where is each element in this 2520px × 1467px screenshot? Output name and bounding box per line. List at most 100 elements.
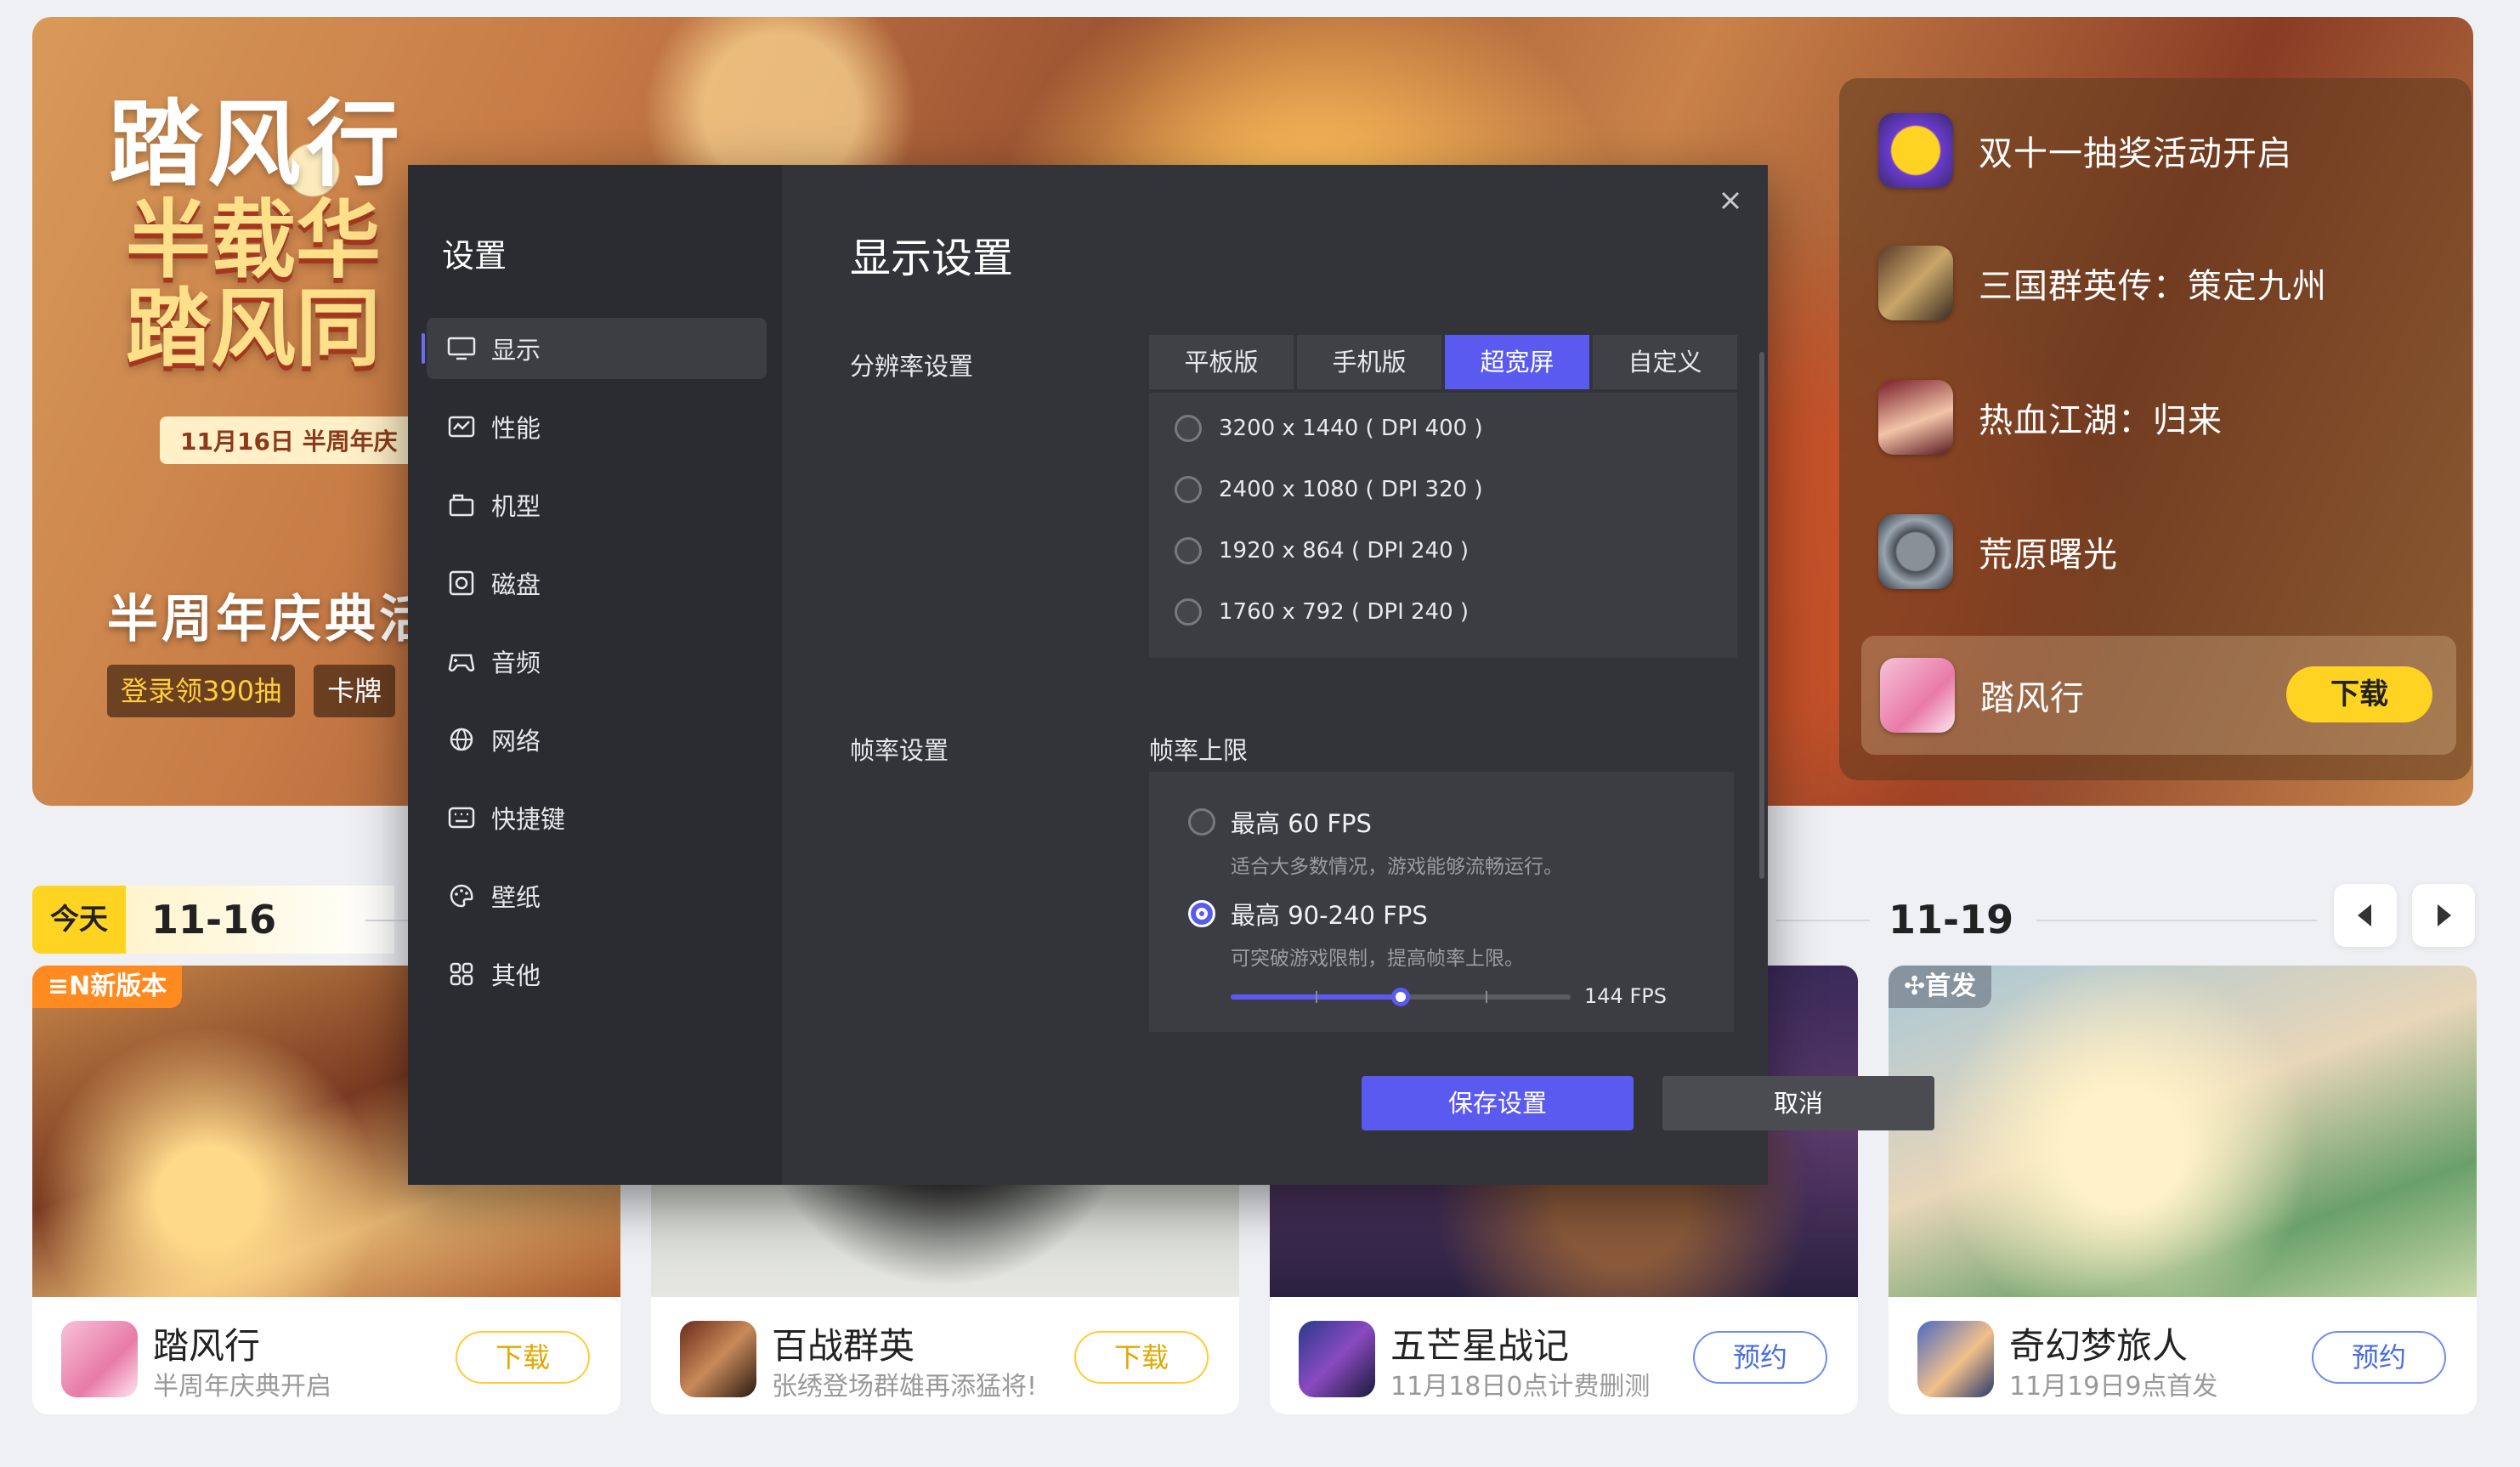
settings-content: 显示设置 分辨率设置 平板版 手机版 超宽屏 自定义 3200 x 1440 (… (782, 165, 1934, 1185)
game-icon (1917, 1321, 1994, 1397)
resolution-option[interactable]: 3200 x 1440 ( DPI 400 ) (1175, 411, 1483, 445)
menu-item-other[interactable]: 其他 (427, 943, 767, 1005)
slider-tick (1486, 991, 1487, 1003)
menu-item-label: 性能 (491, 414, 541, 443)
monitor-icon (447, 337, 476, 360)
framerate-options: 最高 60 FPS 适合大多数情况，游戏能够流畅运行。 最高 90-240 FP… (1149, 772, 1734, 1032)
timeline-line (1776, 920, 1870, 921)
menu-item-network[interactable]: 网络 (427, 709, 767, 770)
prev-button[interactable] (2334, 884, 2397, 947)
banner-logo-text: 踏风行 (109, 89, 405, 199)
game-icon (1299, 1321, 1375, 1397)
close-icon (1721, 191, 1740, 210)
menu-item-label: 音频 (491, 649, 541, 677)
menu-item-label: 显示 (491, 336, 541, 365)
resolution-option-label: 1760 x 792 ( DPI 240 ) (1219, 599, 1470, 625)
banner-tag: 卡牌 (314, 665, 396, 717)
download-button[interactable]: 下载 (1074, 1331, 1209, 1384)
today-badge: 今天 (32, 886, 126, 954)
gamepad-icon (448, 654, 475, 672)
game-card-subtitle: 半周年庆典开启 (153, 1372, 331, 1402)
resolution-label: 分辨率设置 (850, 352, 974, 381)
disk-icon (449, 570, 474, 596)
tab-ultrawide[interactable]: 超宽屏 (1445, 335, 1589, 389)
tab-tablet[interactable]: 平板版 (1149, 335, 1294, 389)
featured-item-label: 踏风行 (1980, 679, 2085, 718)
menu-item-wallpaper[interactable]: 壁纸 (427, 865, 767, 926)
featured-item[interactable]: 双十一抽奖活动开启 (1878, 95, 2456, 206)
menu-item-disk[interactable]: 磁盘 (427, 552, 767, 614)
banner-slogan: 半载华 踏风同 (126, 190, 381, 378)
menu-item-shortcuts[interactable]: 快捷键 (427, 787, 767, 848)
cancel-button[interactable]: 取消 (1662, 1076, 1934, 1130)
resolution-option-label: 3200 x 1440 ( DPI 400 ) (1219, 416, 1483, 441)
featured-item[interactable]: 荒原曙光 (1878, 496, 2456, 607)
radio-button[interactable] (1175, 598, 1202, 626)
close-button[interactable] (1712, 182, 1749, 219)
device-model-icon (449, 494, 474, 517)
radio-button[interactable] (1175, 537, 1202, 564)
lightning-icon (1878, 113, 1953, 188)
menu-item-device-model[interactable]: 机型 (427, 474, 767, 535)
radio-button[interactable] (1175, 415, 1202, 442)
game-card-name: 踏风行 (153, 1325, 261, 1367)
radio-button-selected[interactable] (1188, 900, 1215, 927)
resolution-option-label: 1920 x 864 ( DPI 240 ) (1219, 538, 1470, 564)
menu-item-label: 壁纸 (491, 883, 541, 912)
framerate-sublabel: 帧率上限 (1149, 736, 1249, 765)
featured-item[interactable]: 三国群英传：策定九州 (1878, 228, 2456, 338)
slider-tick (1316, 991, 1317, 1003)
fps-option-desc: 适合大多数情况，游戏能够流畅运行。 (1231, 856, 1563, 878)
game-icon (680, 1321, 756, 1397)
date-label: 11-16 (126, 886, 394, 954)
page-title: 显示设置 (850, 235, 1014, 282)
timeline-line (2036, 920, 2317, 921)
resolution-option[interactable]: 1920 x 864 ( DPI 240 ) (1175, 534, 1469, 568)
featured-item-label: 热血江湖：归来 (1979, 401, 2223, 440)
reserve-button[interactable]: 预约 (1693, 1331, 1827, 1384)
resolution-tabs: 平板版 手机版 超宽屏 自定义 (1149, 335, 1737, 389)
game-card-subtitle: 张绣登场群雄再添猛将! (772, 1372, 1038, 1402)
banner-tag: 登录领390抽 (107, 665, 296, 717)
keyboard-icon (448, 807, 475, 829)
tab-custom[interactable]: 自定义 (1593, 335, 1737, 389)
featured-item-label: 双十一抽奖活动开启 (1979, 134, 2292, 173)
settings-sidebar: 设置 显示 性能 机型 磁盘 音频 网络 快捷键 壁纸 其他 (408, 165, 782, 1185)
fps-slider[interactable] (1231, 988, 1571, 1006)
card-badge: ✣首发 (1889, 966, 1992, 1008)
save-button[interactable]: 保存设置 (1362, 1076, 1634, 1130)
download-button[interactable]: 下载 (456, 1331, 590, 1384)
chevron-right-icon (2438, 904, 2451, 926)
menu-item-audio[interactable]: 音频 (427, 631, 767, 692)
banner-title: 半周年庆典活 (107, 590, 433, 649)
scrollbar[interactable] (1759, 352, 1764, 879)
grid-icon (450, 962, 473, 986)
fps-option[interactable]: 最高 90-240 FPS (1188, 896, 1428, 932)
next-button[interactable] (2412, 884, 2475, 947)
tab-phone[interactable]: 手机版 (1297, 335, 1441, 389)
resolution-option[interactable]: 1760 x 792 ( DPI 240 ) (1175, 595, 1469, 629)
settings-dialog: 设置 显示 性能 机型 磁盘 音频 网络 快捷键 壁纸 其他 显示设置 分辨率设… (408, 165, 1934, 1185)
fps-option-title: 最高 60 FPS (1231, 809, 1372, 838)
slider-handle[interactable] (1391, 988, 1410, 1006)
game-card-subtitle: 11月18日0点计费删测 (1390, 1372, 1651, 1402)
fps-option[interactable]: 最高 60 FPS (1188, 804, 1372, 840)
reserve-button[interactable]: 预约 (2312, 1331, 2446, 1384)
banner-tags: 登录领390抽 卡牌 (107, 665, 396, 717)
menu-item-performance[interactable]: 性能 (427, 396, 767, 457)
menu-item-display[interactable]: 显示 (422, 318, 767, 379)
radio-button[interactable] (1175, 476, 1202, 503)
globe-icon (450, 728, 473, 751)
featured-item-active[interactable]: 踏风行 下载 (1861, 636, 2456, 755)
game-icon (1878, 380, 1953, 455)
menu-item-label: 机型 (491, 492, 541, 521)
game-card[interactable]: ✣首发 奇幻梦旅人 11月19日9点首发 预约 (1889, 966, 2477, 1414)
radio-button[interactable] (1188, 808, 1215, 835)
resolution-options: 3200 x 1440 ( DPI 400 ) 2400 x 1080 ( DP… (1149, 393, 1737, 658)
resolution-option[interactable]: 2400 x 1080 ( DPI 320 ) (1175, 473, 1483, 507)
fps-option-title: 最高 90-240 FPS (1231, 901, 1428, 930)
featured-item[interactable]: 热血江湖：归来 (1878, 362, 2456, 473)
game-card-name: 奇幻梦旅人 (2009, 1325, 2189, 1367)
download-button[interactable]: 下载 (2286, 666, 2432, 722)
chevron-left-icon (2358, 904, 2371, 926)
